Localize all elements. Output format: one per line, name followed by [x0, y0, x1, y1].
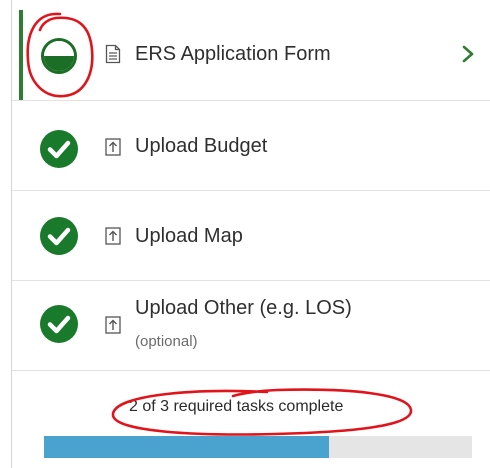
in-progress-status-icon	[41, 38, 77, 74]
chevron-right-icon[interactable]	[460, 44, 476, 64]
upload-icon	[105, 227, 121, 245]
task-label: ERS Application Form	[135, 43, 331, 65]
task-row-upload-map[interactable]: Upload Map	[12, 191, 490, 281]
document-icon	[105, 44, 121, 64]
upload-icon	[105, 316, 121, 334]
task-optional-tag: (optional)	[135, 333, 198, 350]
upload-icon	[105, 138, 121, 156]
task-row-upload-budget[interactable]: Upload Budget	[12, 101, 490, 191]
task-row-ers-application-form[interactable]: ERS Application Form	[12, 0, 490, 101]
check-circle-icon	[40, 130, 78, 168]
task-label: Upload Other (e.g. LOS)	[135, 297, 352, 319]
task-label: Upload Map	[135, 225, 243, 247]
task-row-upload-other[interactable]: Upload Other (e.g. LOS) (optional)	[12, 281, 490, 371]
progress-bar-fill	[44, 436, 329, 458]
progress-bar	[44, 436, 472, 458]
check-circle-icon	[40, 305, 78, 343]
check-circle-icon	[40, 217, 78, 255]
task-label: Upload Budget	[135, 135, 268, 157]
progress-summary: 2 of 3 required tasks complete	[129, 398, 344, 415]
